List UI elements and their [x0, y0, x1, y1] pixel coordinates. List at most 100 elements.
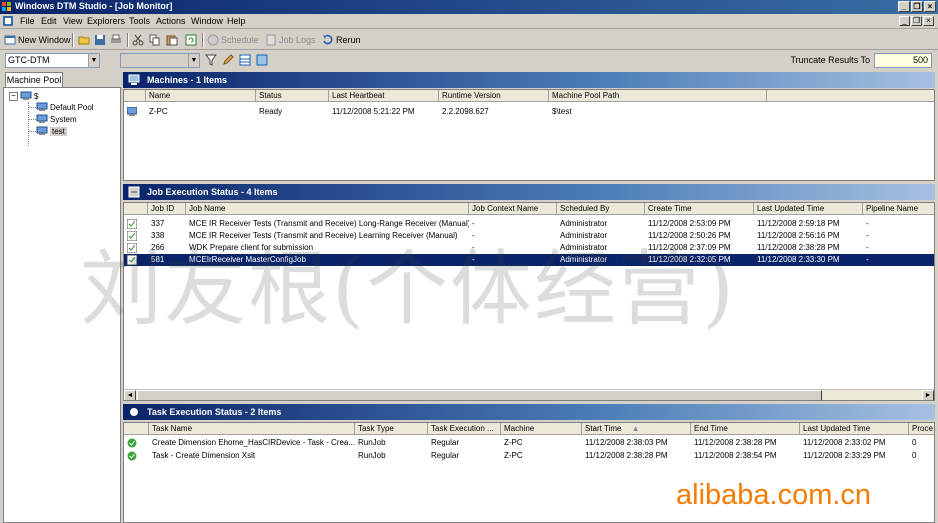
column-header-start-time[interactable]: Start Time ▲ — [582, 423, 691, 435]
maximize-button[interactable]: ❐ — [911, 1, 923, 12]
tree-line — [28, 119, 36, 120]
column-header-task-execution[interactable]: Task Execution ... — [428, 423, 501, 435]
close-button[interactable]: × — [924, 1, 936, 12]
tab-machine-pool[interactable]: Machine Pool — [5, 72, 63, 87]
tree-node-test[interactable]: test — [36, 126, 67, 136]
column-header-scheduled-by[interactable]: Scheduled By — [557, 203, 645, 215]
cut-button[interactable] — [132, 33, 146, 47]
cell-scheduled-by: Administrator — [560, 219, 608, 228]
table-row-selected[interactable]: 581 MCEIrReceiver MasterConfigJob - Admi… — [124, 254, 934, 266]
save-button[interactable] — [94, 33, 108, 47]
cell-pipeline-name: - — [866, 231, 869, 240]
job-logs-button[interactable]: Job Logs — [265, 33, 316, 47]
column-header-status[interactable]: Status — [256, 90, 329, 102]
column-header-last-heartbeat[interactable]: Last Heartbeat — [329, 90, 439, 102]
toolbar-separator — [202, 33, 204, 47]
new-window-label: New Window — [18, 35, 71, 45]
open-button[interactable] — [78, 33, 92, 47]
column-header-last-updated-time[interactable]: Last Updated Time — [800, 423, 909, 435]
column-header-job-name[interactable]: Job Name — [186, 203, 469, 215]
controller-select[interactable]: GTC-DTM ▼ — [5, 53, 100, 68]
print-icon — [111, 34, 121, 43]
tree-node-default-pool[interactable]: Default Pool — [36, 102, 94, 112]
table-row[interactable]: Task - Create Dimension Xslt RunJob Regu… — [124, 450, 934, 462]
edit-filter-button[interactable] — [222, 53, 236, 67]
cell-machine: Z-PC — [504, 438, 523, 447]
chevron-down-icon[interactable]: ▼ — [88, 54, 99, 67]
menu-tools[interactable]: Tools — [129, 16, 150, 26]
menu-bar: File Edit View Explorers Tools Actions W… — [0, 14, 938, 29]
cell-start-time: 11/12/2008 2:38:03 PM — [585, 438, 668, 447]
table-row[interactable]: 337 MCE IR Receiver Tests (Transmit and … — [124, 218, 934, 230]
column-header-machine-pool-path[interactable]: Machine Pool Path — [549, 90, 767, 102]
machines-grid: Name Status Last Heartbeat Runtime Versi… — [123, 89, 935, 181]
tree-line — [28, 102, 29, 146]
machine-pool-tree: − $ Default Pool System test — [3, 87, 121, 523]
copy-button[interactable] — [149, 33, 163, 47]
cell-create-time: 11/12/2008 2:37:09 PM — [648, 243, 731, 252]
menu-explorers[interactable]: Explorers — [87, 16, 125, 26]
cell-pipeline-name: - — [866, 255, 869, 264]
column-header-name[interactable]: Name — [146, 90, 256, 102]
tree-node-root[interactable]: $ — [20, 91, 38, 101]
column-header-task-name[interactable]: Task Name — [149, 423, 355, 435]
column-header-job-context-name[interactable]: Job Context Name — [469, 203, 557, 215]
collapse-toggle[interactable]: − — [9, 92, 18, 101]
jobs-horizontal-scrollbar[interactable]: ◄ ► — [124, 389, 934, 400]
mdi-close-button[interactable]: × — [923, 16, 934, 26]
column-header-last-updated-time[interactable]: Last Updated Time — [754, 203, 863, 215]
column-header-pipeline-name[interactable]: Pipeline Name — [863, 203, 934, 215]
export-button[interactable] — [256, 53, 270, 67]
column-header-icon[interactable] — [124, 203, 148, 215]
table-row[interactable]: 266 WDK Prepare client for submission - … — [124, 242, 934, 254]
chevron-down-icon[interactable]: ▼ — [188, 54, 199, 67]
rerun-button[interactable]: Rerun — [322, 33, 361, 47]
menu-file[interactable]: File — [20, 16, 35, 26]
minimize-button[interactable]: _ — [898, 1, 910, 12]
column-header-process[interactable]: Proce — [909, 423, 934, 435]
table-row[interactable]: Create Dimension Ehome_HasCIRDevice - Ta… — [124, 437, 934, 449]
document-icon[interactable] — [3, 16, 13, 26]
machine-icon — [128, 74, 140, 85]
column-header-icon[interactable] — [124, 423, 149, 435]
secondary-select[interactable]: ▼ — [120, 53, 200, 68]
column-header-create-time[interactable]: Create Time — [645, 203, 754, 215]
new-window-button[interactable]: New Window — [4, 33, 71, 47]
column-header-end-time[interactable]: End Time — [691, 423, 800, 435]
column-header-job-id[interactable]: Job ID — [148, 203, 186, 215]
app-icon — [2, 2, 11, 11]
menu-actions[interactable]: Actions — [156, 16, 186, 26]
table-row[interactable]: 338 MCE IR Receiver Tests (Transmit and … — [124, 230, 934, 242]
cell-task-type: RunJob — [358, 451, 386, 460]
cell-name: Z-PC — [149, 107, 168, 116]
sort-ascending-icon: ▲ — [631, 424, 640, 433]
pencil-icon — [223, 54, 234, 65]
scroll-thumb[interactable] — [137, 390, 822, 400]
menu-edit[interactable]: Edit — [41, 16, 57, 26]
mdi-restore-button[interactable]: ❐ — [911, 16, 922, 26]
column-header-machine[interactable]: Machine — [501, 423, 582, 435]
cell-last-updated-time: 11/12/2008 2:33:02 PM — [803, 438, 886, 447]
filter-button[interactable] — [205, 53, 219, 67]
print-button[interactable] — [110, 33, 124, 47]
cell-task-execution: Regular — [431, 451, 460, 460]
paste-button[interactable] — [166, 33, 180, 47]
schedule-button[interactable]: Schedule — [207, 33, 259, 47]
column-header-runtime-version[interactable]: Runtime Version — [439, 90, 549, 102]
table-row[interactable]: Z-PC Ready 11/12/2008 5:21:22 PM 2.2.209… — [124, 106, 934, 118]
tree-line — [28, 107, 36, 108]
scroll-left-arrow[interactable]: ◄ — [124, 390, 136, 400]
computer-icon — [127, 107, 137, 116]
column-header-icon[interactable] — [124, 90, 146, 102]
tree-label: System — [50, 114, 77, 124]
menu-window[interactable]: Window — [191, 16, 223, 26]
scroll-right-arrow[interactable]: ► — [922, 390, 934, 400]
menu-view[interactable]: View — [63, 16, 82, 26]
refresh-button[interactable] — [185, 33, 199, 47]
menu-help[interactable]: Help — [227, 16, 246, 26]
column-header-task-type[interactable]: Task Type — [355, 423, 428, 435]
mdi-minimize-button[interactable]: _ — [899, 16, 910, 26]
tree-node-system[interactable]: System — [36, 114, 77, 124]
columns-button[interactable] — [239, 53, 253, 67]
truncate-input[interactable]: 500 — [874, 53, 932, 68]
